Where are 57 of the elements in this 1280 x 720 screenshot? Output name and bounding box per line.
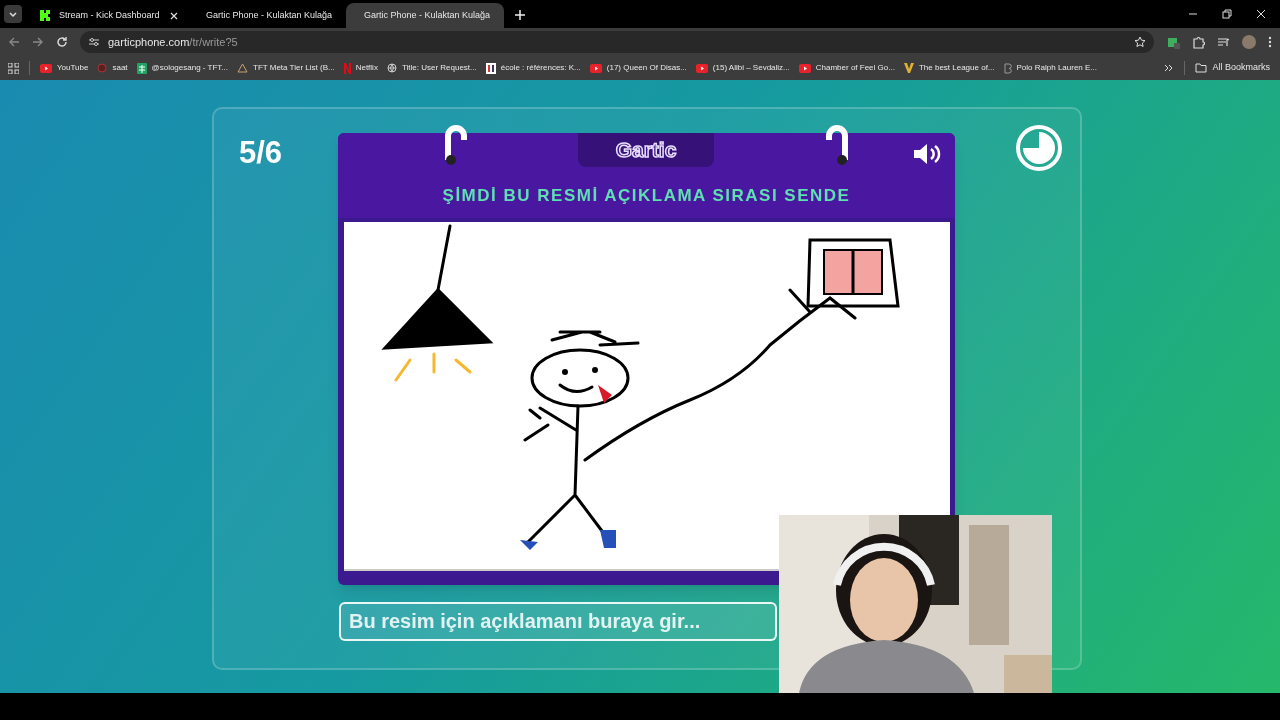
reload-icon[interactable]	[56, 36, 68, 48]
card-heading: ŞİMDİ BU RESMİ AÇIKLAMA SIRASI SENDE	[441, 185, 852, 207]
apps-icon[interactable]	[8, 62, 19, 74]
bookmark[interactable]: @sologesang - TFT...	[136, 62, 228, 74]
sound-icon[interactable]	[913, 143, 943, 165]
document-icon	[485, 62, 496, 74]
tab-search-button[interactable]	[4, 5, 22, 23]
triangle-icon	[237, 63, 248, 73]
circle-icon	[97, 63, 108, 73]
bookmark[interactable]: Title: User Request...	[386, 62, 477, 74]
forward-icon[interactable]	[32, 36, 44, 48]
close-tab-icon[interactable]	[170, 11, 178, 20]
tab-title: Stream - Kick Dashboard	[59, 8, 161, 22]
k-logo-icon	[40, 10, 51, 21]
sheet-icon	[136, 62, 147, 74]
bookmark[interactable]: saat	[97, 62, 128, 74]
media-icon[interactable]	[1217, 35, 1230, 49]
folder-icon	[1195, 63, 1208, 73]
round-counter: 5/6	[239, 134, 283, 172]
back-icon[interactable]	[8, 36, 20, 48]
address-bar[interactable]: garticphone.com/tr/write?5	[80, 31, 1154, 53]
url-text: garticphone.com/tr/write?5	[108, 34, 238, 50]
timer-icon	[1015, 124, 1063, 172]
bookmark[interactable]: (15) Alibi – Sevdaliz...	[695, 62, 790, 74]
menu-icon[interactable]	[1268, 36, 1272, 48]
bookmark[interactable]: école : références: K...	[485, 62, 581, 74]
globe-icon	[386, 63, 397, 73]
play-icon	[589, 63, 602, 73]
more-bookmarks-icon[interactable]	[1164, 63, 1175, 73]
chevron-icon	[8, 9, 18, 19]
tab-title: Gartic Phone - Kulaktan Kulağa	[206, 8, 333, 22]
extension-icon[interactable]	[1166, 35, 1180, 49]
site-settings-icon[interactable]	[88, 36, 100, 48]
browser-tab[interactable]: Gartic Phone - Kulaktan Kulağa	[346, 3, 504, 28]
play-icon	[695, 63, 708, 73]
bookmark[interactable]: Netflix	[343, 62, 378, 74]
close-icon[interactable]	[1256, 9, 1266, 19]
new-tab-button[interactable]	[514, 9, 526, 21]
restore-icon[interactable]	[1222, 9, 1232, 19]
play-icon	[798, 63, 811, 73]
v-logo-icon	[903, 63, 914, 73]
tab-title: Gartic Phone - Kulaktan Kulağa	[364, 8, 491, 22]
all-bookmarks-button[interactable]: All Bookmarks	[1195, 61, 1270, 75]
bookmark[interactable]: Chamber of Feel Go...	[798, 62, 895, 74]
bookmark[interactable]: YouTube	[40, 62, 89, 74]
b-logo-icon	[1003, 62, 1012, 74]
star-icon[interactable]	[1134, 36, 1146, 48]
bookmark[interactable]: Polo Ralph Lauren E...	[1003, 62, 1098, 74]
profile-avatar[interactable]	[1242, 35, 1256, 49]
bookmark[interactable]: The best League of...	[903, 62, 995, 74]
play-icon	[40, 63, 52, 73]
bookmark[interactable]: (17) Queen Of Disas...	[589, 62, 687, 74]
description-input[interactable]: Bu resim için açıklamanı buraya gir...	[339, 602, 777, 641]
puzzle-icon[interactable]	[1192, 35, 1205, 49]
logo-text: Gartic	[615, 137, 677, 164]
n-logo-icon	[343, 62, 351, 74]
bookmark[interactable]: TFT Meta Tier List (B...	[237, 62, 335, 74]
